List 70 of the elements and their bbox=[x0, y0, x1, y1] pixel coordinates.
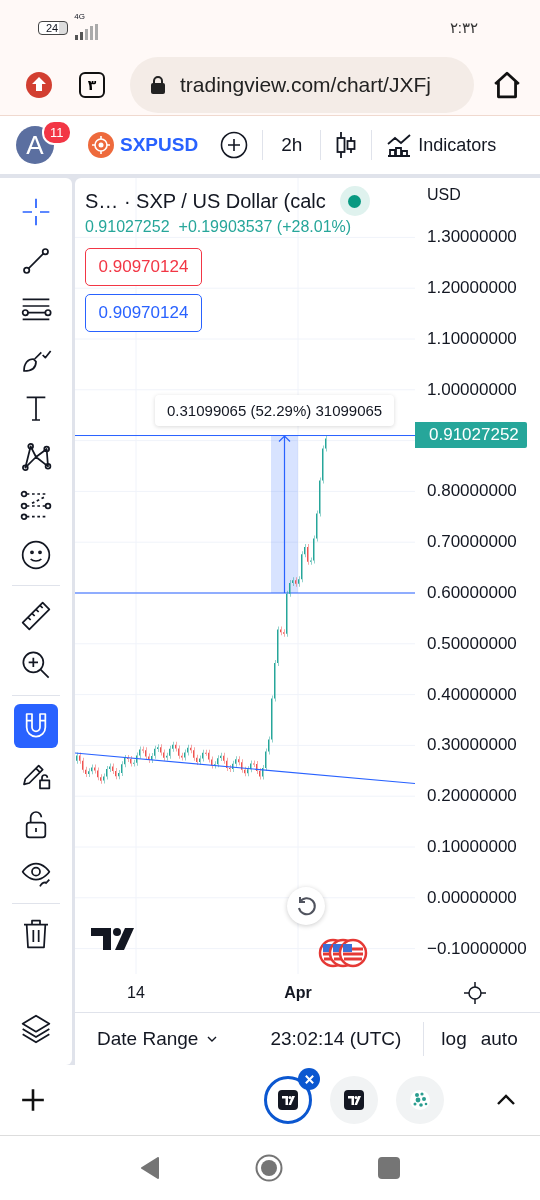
smiley-icon bbox=[20, 539, 52, 571]
battery-level: 24 bbox=[38, 20, 69, 35]
app-icon bbox=[344, 1090, 364, 1110]
zoom-in-icon bbox=[20, 649, 52, 681]
pattern-icon bbox=[20, 441, 52, 473]
network-type: 4G bbox=[74, 11, 85, 21]
price-tag: 0.91027252 bbox=[415, 421, 527, 448]
price-label: 0.10000000 bbox=[426, 836, 517, 857]
flag-markers-icon bbox=[318, 938, 368, 968]
new-tab-icon[interactable] bbox=[20, 1087, 46, 1113]
interval-button[interactable]: 2h bbox=[277, 134, 307, 156]
indicators-button[interactable]: Indicators bbox=[386, 132, 497, 158]
price-label: 0.70000000 bbox=[426, 532, 517, 553]
price-change: +0.19903537 (+28.01%) bbox=[178, 218, 352, 236]
candles-icon[interactable] bbox=[335, 131, 358, 159]
update-icon[interactable] bbox=[25, 71, 53, 99]
price-label: 1.20000000 bbox=[426, 278, 517, 299]
caret-up-icon[interactable] bbox=[496, 1094, 516, 1106]
site-icon bbox=[409, 1089, 431, 1111]
time-zone-clock[interactable]: 23:02:14 (UTC) bbox=[270, 1028, 402, 1050]
layers-icon bbox=[20, 1013, 52, 1045]
home-button-icon[interactable] bbox=[255, 1154, 283, 1182]
price-label: −0.10000000 bbox=[426, 938, 527, 959]
recents-icon[interactable] bbox=[378, 1157, 400, 1179]
reset-button[interactable] bbox=[287, 887, 325, 925]
lock-icon bbox=[150, 76, 166, 94]
price-label: 1.00000000 bbox=[426, 379, 517, 400]
tab-count-button[interactable]: ۳ bbox=[79, 72, 105, 98]
price-label: 0.40000000 bbox=[426, 684, 517, 705]
currency-label: USD bbox=[426, 185, 462, 205]
address-bar[interactable]: tradingview.com/chart/JXFj bbox=[130, 57, 474, 113]
close-icon bbox=[303, 1073, 315, 1085]
notification-badge: 11 bbox=[42, 120, 72, 145]
log-scale-button[interactable]: log bbox=[434, 1028, 474, 1050]
ruler-icon bbox=[20, 600, 52, 632]
back-icon[interactable] bbox=[140, 1157, 160, 1179]
crosshair-icon bbox=[20, 196, 52, 228]
symbol-title: S… · SXP / US Dollar (calc bbox=[85, 189, 326, 213]
home-icon[interactable] bbox=[492, 70, 522, 100]
line-tool-icon bbox=[20, 245, 52, 277]
price-label: 0.60000000 bbox=[426, 582, 517, 603]
app-icon bbox=[278, 1090, 298, 1110]
buy-button[interactable]: 0.90970124 bbox=[85, 294, 202, 332]
clock: ۲:۳۲ bbox=[449, 18, 478, 37]
coin-logo-icon bbox=[88, 132, 114, 158]
chart-icon bbox=[386, 132, 413, 158]
signal-icon bbox=[74, 23, 99, 40]
browser-tab[interactable] bbox=[264, 1076, 312, 1124]
price-label: 0.00000000 bbox=[426, 887, 517, 908]
price-label: 1.30000000 bbox=[426, 227, 517, 248]
add-icon[interactable] bbox=[220, 131, 249, 159]
chevron-down-icon bbox=[206, 1035, 219, 1043]
close-tab-button[interactable] bbox=[298, 1068, 320, 1090]
price-label: 1.10000000 bbox=[426, 329, 517, 349]
logo-icon bbox=[91, 928, 134, 950]
magnet-tool[interactable] bbox=[14, 704, 58, 748]
price-label: 0.50000000 bbox=[426, 633, 517, 654]
price-label: 0.20000000 bbox=[426, 786, 517, 807]
browser-tab[interactable] bbox=[330, 1076, 378, 1124]
price-label: 0.30000000 bbox=[426, 735, 517, 756]
time-label: Apr bbox=[284, 984, 312, 1002]
last-price: 0.91027252 bbox=[85, 218, 170, 236]
forecast-icon bbox=[20, 490, 52, 522]
sell-button[interactable]: 0.90970124 bbox=[85, 248, 202, 286]
time-label: 14 bbox=[127, 984, 145, 1002]
date-range-button[interactable]: Date Range bbox=[89, 1028, 227, 1050]
auto-scale-button[interactable]: auto bbox=[473, 1028, 525, 1050]
symbol-button[interactable]: SXPUSD bbox=[114, 134, 205, 156]
measure-tooltip: 0.31099065 (52.29%) 31099065 bbox=[155, 395, 395, 426]
price-label: 0.80000000 bbox=[426, 481, 517, 502]
